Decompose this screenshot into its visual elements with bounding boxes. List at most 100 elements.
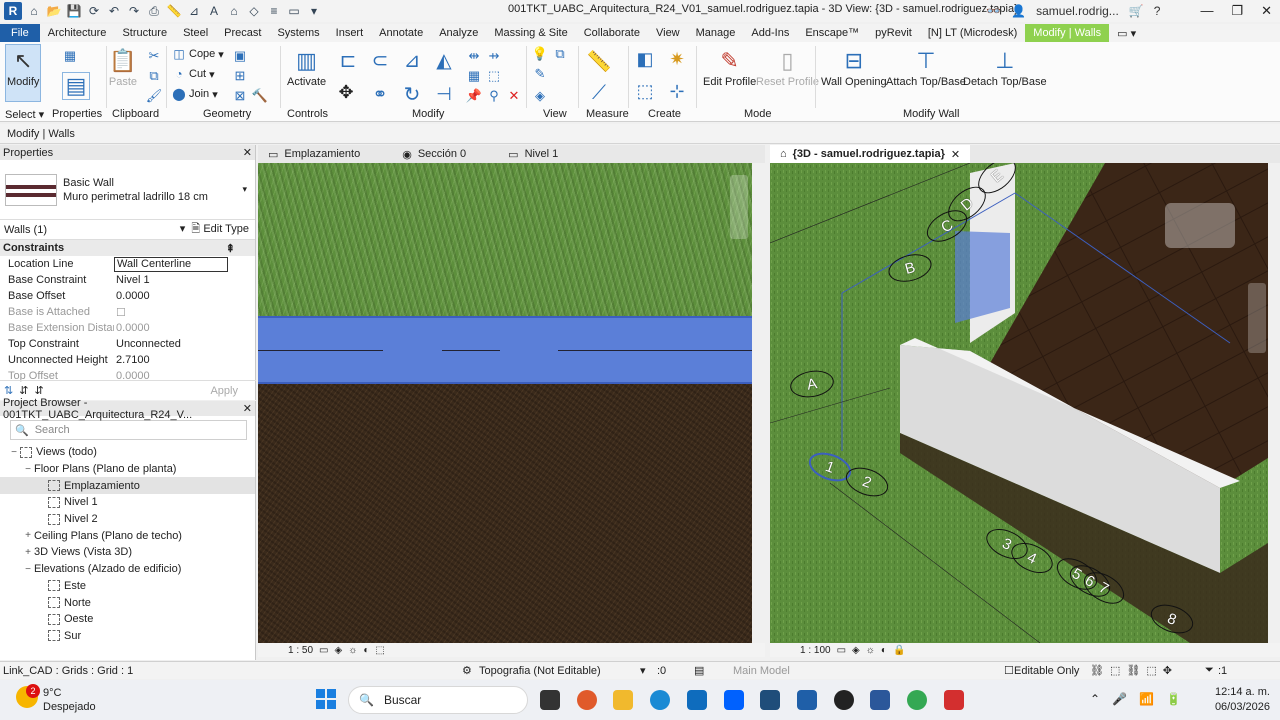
detach-button[interactable]: ⊥ Detach Top/Base (963, 46, 1047, 88)
cut-button[interactable]: ◔ Cut ▾ (172, 67, 214, 81)
property-value[interactable]: 0.0000 (114, 322, 228, 334)
navigation-bar[interactable] (730, 175, 748, 239)
lock-icon[interactable]: 🔒 (893, 645, 905, 656)
array-icon[interactable]: ▦ (466, 68, 482, 84)
shadows-icon[interactable]: ◐ (363, 645, 369, 656)
restore-icon[interactable]: ❐ (1231, 3, 1243, 19)
chevron-down-icon[interactable]: ▾ (640, 664, 646, 677)
user-icon[interactable]: 👤 (1011, 4, 1026, 18)
user-name[interactable]: samuel.rodrig... (1036, 4, 1119, 18)
windows-start-icon[interactable] (316, 689, 336, 709)
save-icon[interactable]: 💾 (66, 3, 82, 19)
task-view-icon[interactable] (540, 690, 560, 710)
shadows-icon[interactable]: ◐ (881, 645, 887, 656)
3d-view-icon[interactable]: ⌂ (226, 3, 242, 19)
redo-icon[interactable]: ↷ (126, 3, 142, 19)
split-gap-icon[interactable]: ⇸ (486, 48, 502, 64)
modify-button[interactable]: ↖ Modify (7, 46, 39, 88)
taskbar-search[interactable]: 🔍 Buscar (348, 686, 528, 714)
match-icon[interactable]: 🖌 (146, 88, 163, 104)
design-option[interactable]: Main Model (733, 665, 790, 677)
editable-checkbox[interactable]: ☐ (1004, 664, 1014, 677)
dropbox-icon[interactable] (724, 690, 744, 710)
detail-level-icon[interactable]: ▭ (837, 645, 846, 656)
property-value[interactable]: Wall Centerline (114, 256, 228, 272)
thin-lines-icon[interactable]: ≡ (266, 3, 282, 19)
selected-wall-band[interactable] (258, 316, 752, 384)
customize-icon[interactable]: ▾ (306, 3, 322, 19)
unpin-icon[interactable]: ⚲ (486, 88, 502, 104)
detail-level-icon[interactable]: ▭ (319, 645, 328, 656)
tab-systems[interactable]: Systems (269, 24, 327, 42)
tree-item[interactable]: Nivel 1 (0, 494, 255, 511)
offset-icon[interactable]: ⊂ (368, 48, 392, 72)
tab-massing-site[interactable]: Massing & Site (486, 24, 575, 42)
split-face-icon[interactable]: ⊞ (232, 68, 248, 84)
binoculars-icon[interactable]: 👓 (986, 4, 1001, 18)
tree-item[interactable]: Nivel 2 (0, 511, 255, 528)
demolish-icon[interactable]: 🔨 (252, 88, 268, 104)
visual-style-icon[interactable]: ◈ (334, 645, 342, 656)
browser-search[interactable]: 🔍 Search (10, 420, 247, 440)
open-icon[interactable]: 📂 (46, 3, 62, 19)
sort-az-icon[interactable]: ⇵ (19, 384, 28, 397)
pin-icon[interactable]: 📌 (466, 88, 482, 104)
tab-view-2[interactable]: ▭ Nivel 1 (498, 145, 568, 163)
tab-architecture[interactable]: Architecture (40, 24, 115, 42)
paint-view-icon[interactable]: ✎ (532, 66, 548, 82)
property-value[interactable]: Nivel 1 (114, 274, 228, 286)
clock-date[interactable]: 06/03/2026 (1214, 701, 1270, 713)
ribbon-minimize-icon[interactable]: ▭ ▾ (1109, 24, 1144, 42)
chrome-icon[interactable] (907, 690, 927, 710)
3d-view[interactable]: ABCDE12345678 (770, 163, 1268, 643)
override-icon[interactable]: 💡 (532, 46, 548, 62)
tab-modify-walls[interactable]: Modify | Walls (1025, 24, 1110, 42)
tab-annotate[interactable]: Annotate (371, 24, 431, 42)
select-dropdown[interactable]: Select ▾ (5, 108, 44, 122)
paste-button[interactable]: 📋 Paste (108, 46, 138, 88)
acrobat-icon[interactable] (944, 690, 964, 710)
expand-icon[interactable]: + (22, 547, 34, 558)
wall-joins-icon[interactable]: ▣ (232, 48, 248, 64)
move-icon[interactable]: ✥ (336, 82, 356, 102)
tab-analyze[interactable]: Analyze (431, 24, 486, 42)
switch-windows-icon[interactable]: ▭ (286, 3, 302, 19)
tab-collaborate[interactable]: Collaborate (576, 24, 648, 42)
tab-add-ins[interactable]: Add-Ins (743, 24, 797, 42)
expand-icon[interactable]: + (22, 530, 34, 541)
tag-icon[interactable]: ⊿ (186, 3, 202, 19)
measure-ruler-icon[interactable]: 📏 (586, 48, 612, 74)
close-icon[interactable]: ✕ (243, 402, 252, 415)
property-row[interactable]: Unconnected Height 2.7100 (0, 352, 255, 368)
scale-left[interactable]: 1 : 50 (288, 645, 313, 656)
word-icon[interactable] (870, 690, 890, 710)
tree-item[interactable]: Oeste (0, 611, 255, 628)
rotate-icon[interactable]: ↻ (400, 82, 424, 106)
sync-icon[interactable]: ⟳ (86, 3, 102, 19)
edge-icon[interactable] (650, 690, 670, 710)
copilot-icon[interactable] (577, 690, 597, 710)
property-row[interactable]: Base Constraint Nivel 1 (0, 272, 255, 288)
worksets-count[interactable]: :0 (657, 665, 666, 677)
help-icon[interactable]: ? (1154, 4, 1161, 18)
design-options-icon[interactable]: ▤ (694, 664, 704, 677)
file-explorer-icon[interactable] (613, 690, 633, 710)
tab-view[interactable]: View (648, 24, 688, 42)
copy-icon[interactable]: ⚭ (368, 82, 392, 106)
properties-icon[interactable]: ▤ (62, 72, 90, 100)
tab-view-0[interactable]: ▭ Emplazamiento (258, 145, 370, 163)
tree-item[interactable]: Este (0, 578, 255, 595)
create-group-icon[interactable]: ⬚ (634, 80, 656, 102)
cart-icon[interactable]: 🛒 (1129, 4, 1144, 18)
3d-scrollbar[interactable] (1269, 163, 1279, 643)
text-icon[interactable]: A (206, 3, 222, 19)
mirror-axis-icon[interactable]: ⊿ (400, 48, 424, 72)
cut-clip-icon[interactable]: ✂ (146, 48, 162, 64)
crop-icon[interactable]: ⬚ (375, 645, 384, 656)
constraints-group[interactable]: Constraints ⇞ (0, 240, 255, 256)
revit-taskbar-icon[interactable] (797, 690, 817, 710)
sort-za-icon[interactable]: ⇵ (34, 384, 43, 397)
home-icon[interactable]: ⌂ (26, 3, 42, 19)
apply-button[interactable]: Apply (210, 385, 238, 397)
tree-item[interactable]: − Views (todo) (0, 444, 255, 461)
